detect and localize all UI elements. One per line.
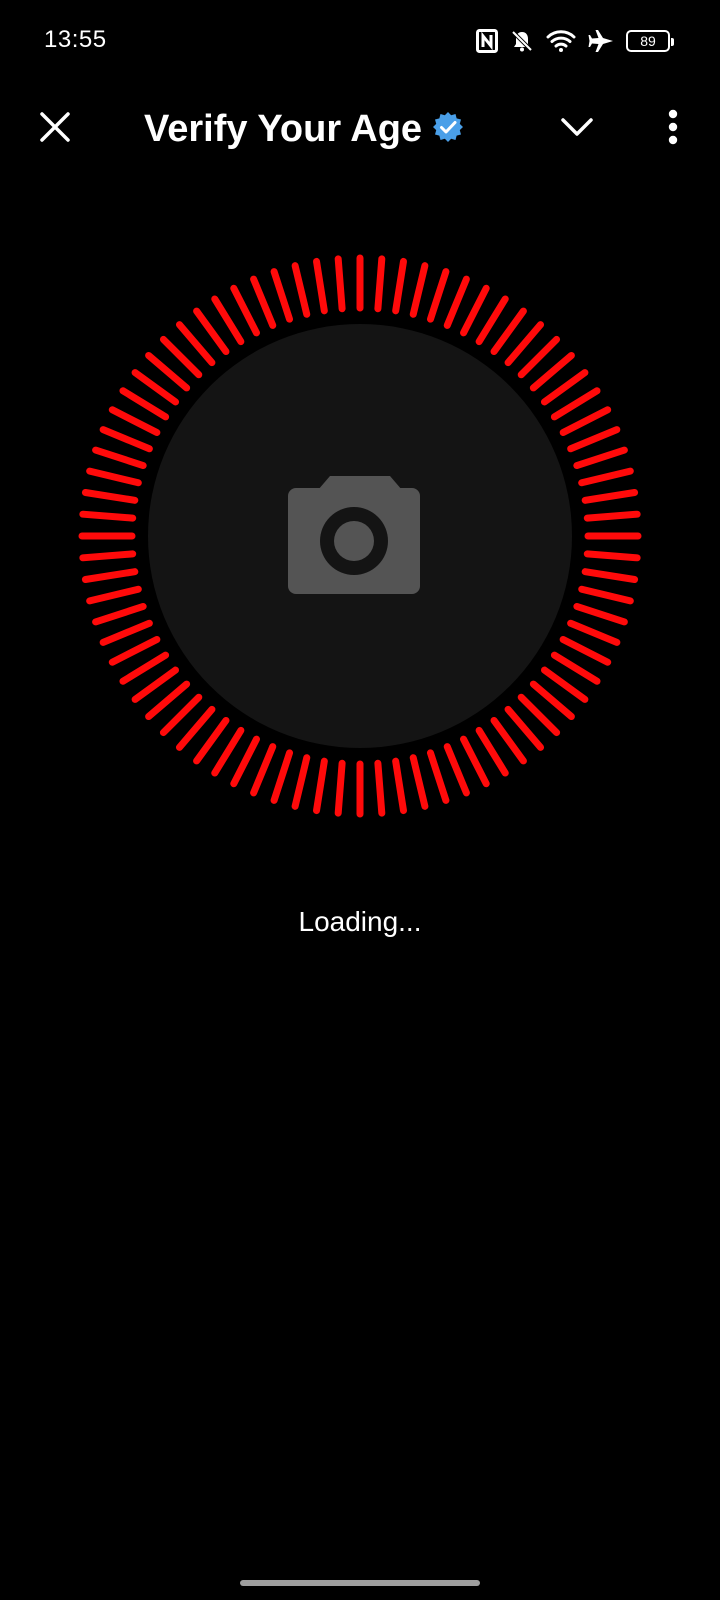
ring-tick [559, 406, 612, 436]
ring-tick [270, 268, 294, 323]
ring-tick [250, 743, 277, 797]
ring-tick [583, 550, 641, 562]
ring-tick [460, 735, 490, 788]
ring-tick [313, 757, 328, 815]
ring-tick [475, 295, 509, 346]
ring-tick [211, 726, 245, 777]
ring-tick [291, 262, 311, 318]
close-button[interactable] [30, 104, 80, 154]
ring-tick [567, 426, 621, 453]
status-icons: 89 [476, 26, 674, 56]
more-vertical-icon [667, 109, 679, 150]
ring-tick [79, 510, 137, 522]
page-title: Verify Your Age [144, 107, 423, 150]
ring-tick [426, 268, 450, 323]
ring-tick [573, 602, 628, 626]
title-group: Verify Your Age [144, 104, 464, 154]
airplane-mode-icon [588, 29, 614, 53]
ring-tick [550, 651, 601, 685]
ring-tick [99, 619, 153, 646]
ring-tick [86, 585, 142, 605]
wifi-icon [546, 29, 576, 53]
battery-icon: 89 [626, 30, 674, 52]
ring-tick [443, 275, 470, 329]
loading-text: Loading... [298, 906, 422, 937]
verified-badge-icon [432, 111, 464, 148]
close-icon [39, 111, 71, 148]
home-indicator[interactable] [240, 1580, 480, 1586]
ring-tick [581, 568, 639, 583]
ring-tick [230, 284, 260, 337]
ring-tick [578, 585, 634, 605]
ring-tick [426, 749, 450, 804]
ring-tick [79, 550, 137, 562]
chevron-down-icon [560, 116, 594, 143]
ring-tick [334, 255, 346, 313]
ring-tick [409, 754, 429, 810]
ring-tick [92, 446, 147, 470]
ring-tick [409, 262, 429, 318]
ring-tick [550, 387, 601, 421]
ring-tick [374, 255, 386, 313]
ring-tick [119, 387, 170, 421]
camera-capture-area[interactable] [60, 250, 660, 850]
app-bar: Verify Your Age [0, 84, 720, 174]
capture-ring [78, 254, 642, 818]
ring-tick [392, 757, 407, 815]
status-bar: 13:55 89 [0, 0, 720, 84]
ring-tick [392, 257, 407, 315]
ring-tick [291, 754, 311, 810]
ring-tick [374, 759, 386, 817]
ring-tick [475, 726, 509, 777]
more-options-button[interactable] [648, 104, 698, 154]
ring-tick [313, 257, 328, 315]
ring-tick [567, 619, 621, 646]
ring-tick [108, 406, 161, 436]
ring-tick [460, 284, 490, 337]
ring-tick [250, 275, 277, 329]
ring-tick [443, 743, 470, 797]
camera-icon [288, 476, 420, 594]
ring-tick [108, 636, 161, 666]
ring-tick [92, 602, 147, 626]
ring-tick [559, 636, 612, 666]
ring-tick [334, 759, 346, 817]
ring-tick [583, 510, 641, 522]
ring-tick [578, 467, 634, 487]
ring-tick [211, 295, 245, 346]
ring-tick [270, 749, 294, 804]
ring-tick [81, 568, 139, 583]
ring-tick [230, 735, 260, 788]
ring-tick [573, 446, 628, 470]
collapse-button[interactable] [552, 104, 602, 154]
ring-tick [86, 467, 142, 487]
ring-tick [99, 426, 153, 453]
status-time: 13:55 [44, 26, 107, 53]
ring-tick [119, 651, 170, 685]
bell-off-icon [510, 29, 534, 53]
ring-tick [81, 489, 139, 504]
ring-tick [581, 489, 639, 504]
nfc-icon [476, 29, 498, 53]
